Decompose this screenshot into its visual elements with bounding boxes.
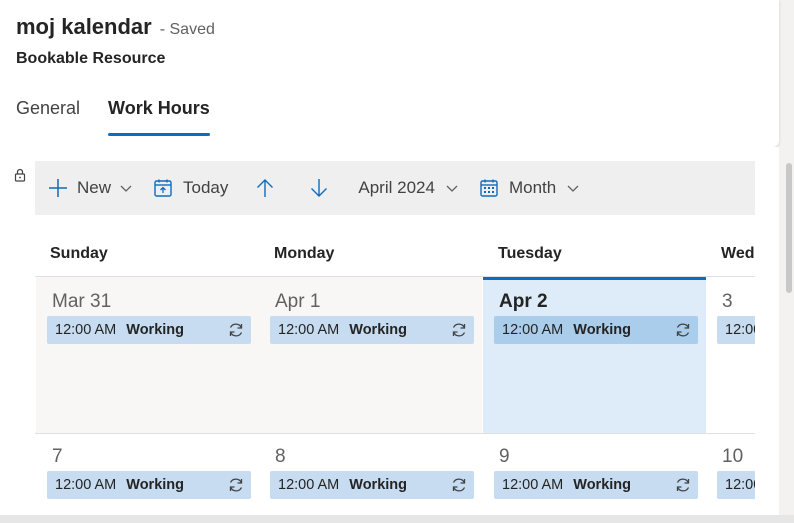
recurrence-icon [676,323,690,337]
save-status: - Saved [159,21,215,38]
vertical-scrollbar[interactable] [786,163,792,293]
recurrence-icon [229,323,243,337]
event-label: Working [573,322,631,338]
working-hours-event[interactable]: 12:00 AM Working [494,316,698,344]
event-label: Working [126,477,184,493]
chevron-down-icon [567,185,579,192]
next-button[interactable] [304,161,334,215]
day-cell[interactable]: 10 12:00 [706,434,755,515]
event-time: 12:00 AM [55,477,117,493]
date-label: 3 [722,291,733,312]
lock-icon [14,168,26,182]
arrow-up-icon [257,179,274,197]
date-label: Apr 1 [275,291,321,312]
title-row: moj kalendar - Saved [16,14,215,40]
working-hours-event[interactable]: 12:00 [717,316,755,344]
working-hours-event[interactable]: 12:00 AM Working [270,471,474,499]
horizontal-scrollbar[interactable] [0,515,794,523]
recurrence-icon [229,478,243,492]
date-label: 7 [52,446,63,467]
working-hours-event[interactable]: 12:00 AM Working [47,471,251,499]
working-hours-event[interactable]: 12:00 AM Working [494,471,698,499]
view-selector[interactable]: Month [475,161,584,215]
event-time: 12:00 [725,477,755,493]
working-hours-event[interactable]: 12:00 AM Working [270,316,474,344]
work-hours-panel: New Today April 2024 Month Sunday Monday… [0,147,779,515]
add-icon [49,179,67,197]
event-label: Working [349,477,407,493]
event-time: 12:00 [725,322,755,338]
month-grid: Sunday Monday Tuesday Wed Mar 31 12:00 A… [35,235,755,515]
previous-button[interactable] [250,161,280,215]
view-label: Month [508,178,557,197]
date-label: 10 [722,446,744,467]
today-button-label: Today [183,178,229,197]
tab-work-hours[interactable]: Work Hours [108,98,210,136]
day-header: Sunday [50,245,108,262]
day-header: Monday [274,245,335,262]
event-time: 12:00 AM [502,477,564,493]
tab-list: General Work Hours [16,98,238,136]
recurrence-icon [452,478,466,492]
today-button[interactable]: Today [149,161,232,215]
day-header: Wed [721,245,755,262]
entity-type-label: Bookable Resource [16,50,166,67]
day-cell[interactable]: 7 12:00 AM Working [36,434,259,515]
day-header-row: Sunday Monday Tuesday Wed [35,235,755,277]
record-title: moj kalendar [16,14,152,39]
day-cell[interactable]: 3 12:00 [706,277,755,433]
record-header: moj kalendar - Saved Bookable Resource G… [0,0,779,147]
chevron-down-icon [446,185,458,192]
day-cell[interactable]: Apr 1 12:00 AM Working [259,277,482,433]
period-label: April 2024 [358,178,435,197]
date-label: 8 [275,446,286,467]
date-label: Mar 31 [52,291,112,312]
new-button-label: New [77,178,112,197]
arrow-down-icon [311,179,328,197]
day-header: Tuesday [498,245,562,262]
recurrence-icon [452,323,466,337]
recurrence-icon [676,478,690,492]
working-hours-event[interactable]: 12:00 AM Working [47,316,251,344]
event-label: Working [573,477,631,493]
day-cell[interactable]: 9 12:00 AM Working [483,434,706,515]
event-label: Working [126,322,184,338]
event-time: 12:00 AM [55,322,117,338]
event-time: 12:00 AM [278,322,340,338]
period-selector[interactable]: April 2024 [354,161,463,215]
day-cell[interactable]: 8 12:00 AM Working [259,434,482,515]
day-cell[interactable]: Mar 31 12:00 AM Working [36,277,259,433]
new-button[interactable]: New [43,161,137,215]
tab-general[interactable]: General [16,98,80,119]
event-time: 12:00 AM [502,322,564,338]
day-cell-today[interactable]: Apr 2 12:00 AM Working [483,280,706,433]
working-hours-event[interactable]: 12:00 [717,471,755,499]
date-label: Apr 2 [499,291,548,312]
chevron-down-icon [120,185,132,192]
calendar-today-icon [154,179,172,197]
date-label: 9 [499,446,510,467]
event-label: Working [349,322,407,338]
calendar-month-icon [480,179,498,197]
calendar-toolbar: New Today April 2024 Month [35,161,755,215]
event-time: 12:00 AM [278,477,340,493]
